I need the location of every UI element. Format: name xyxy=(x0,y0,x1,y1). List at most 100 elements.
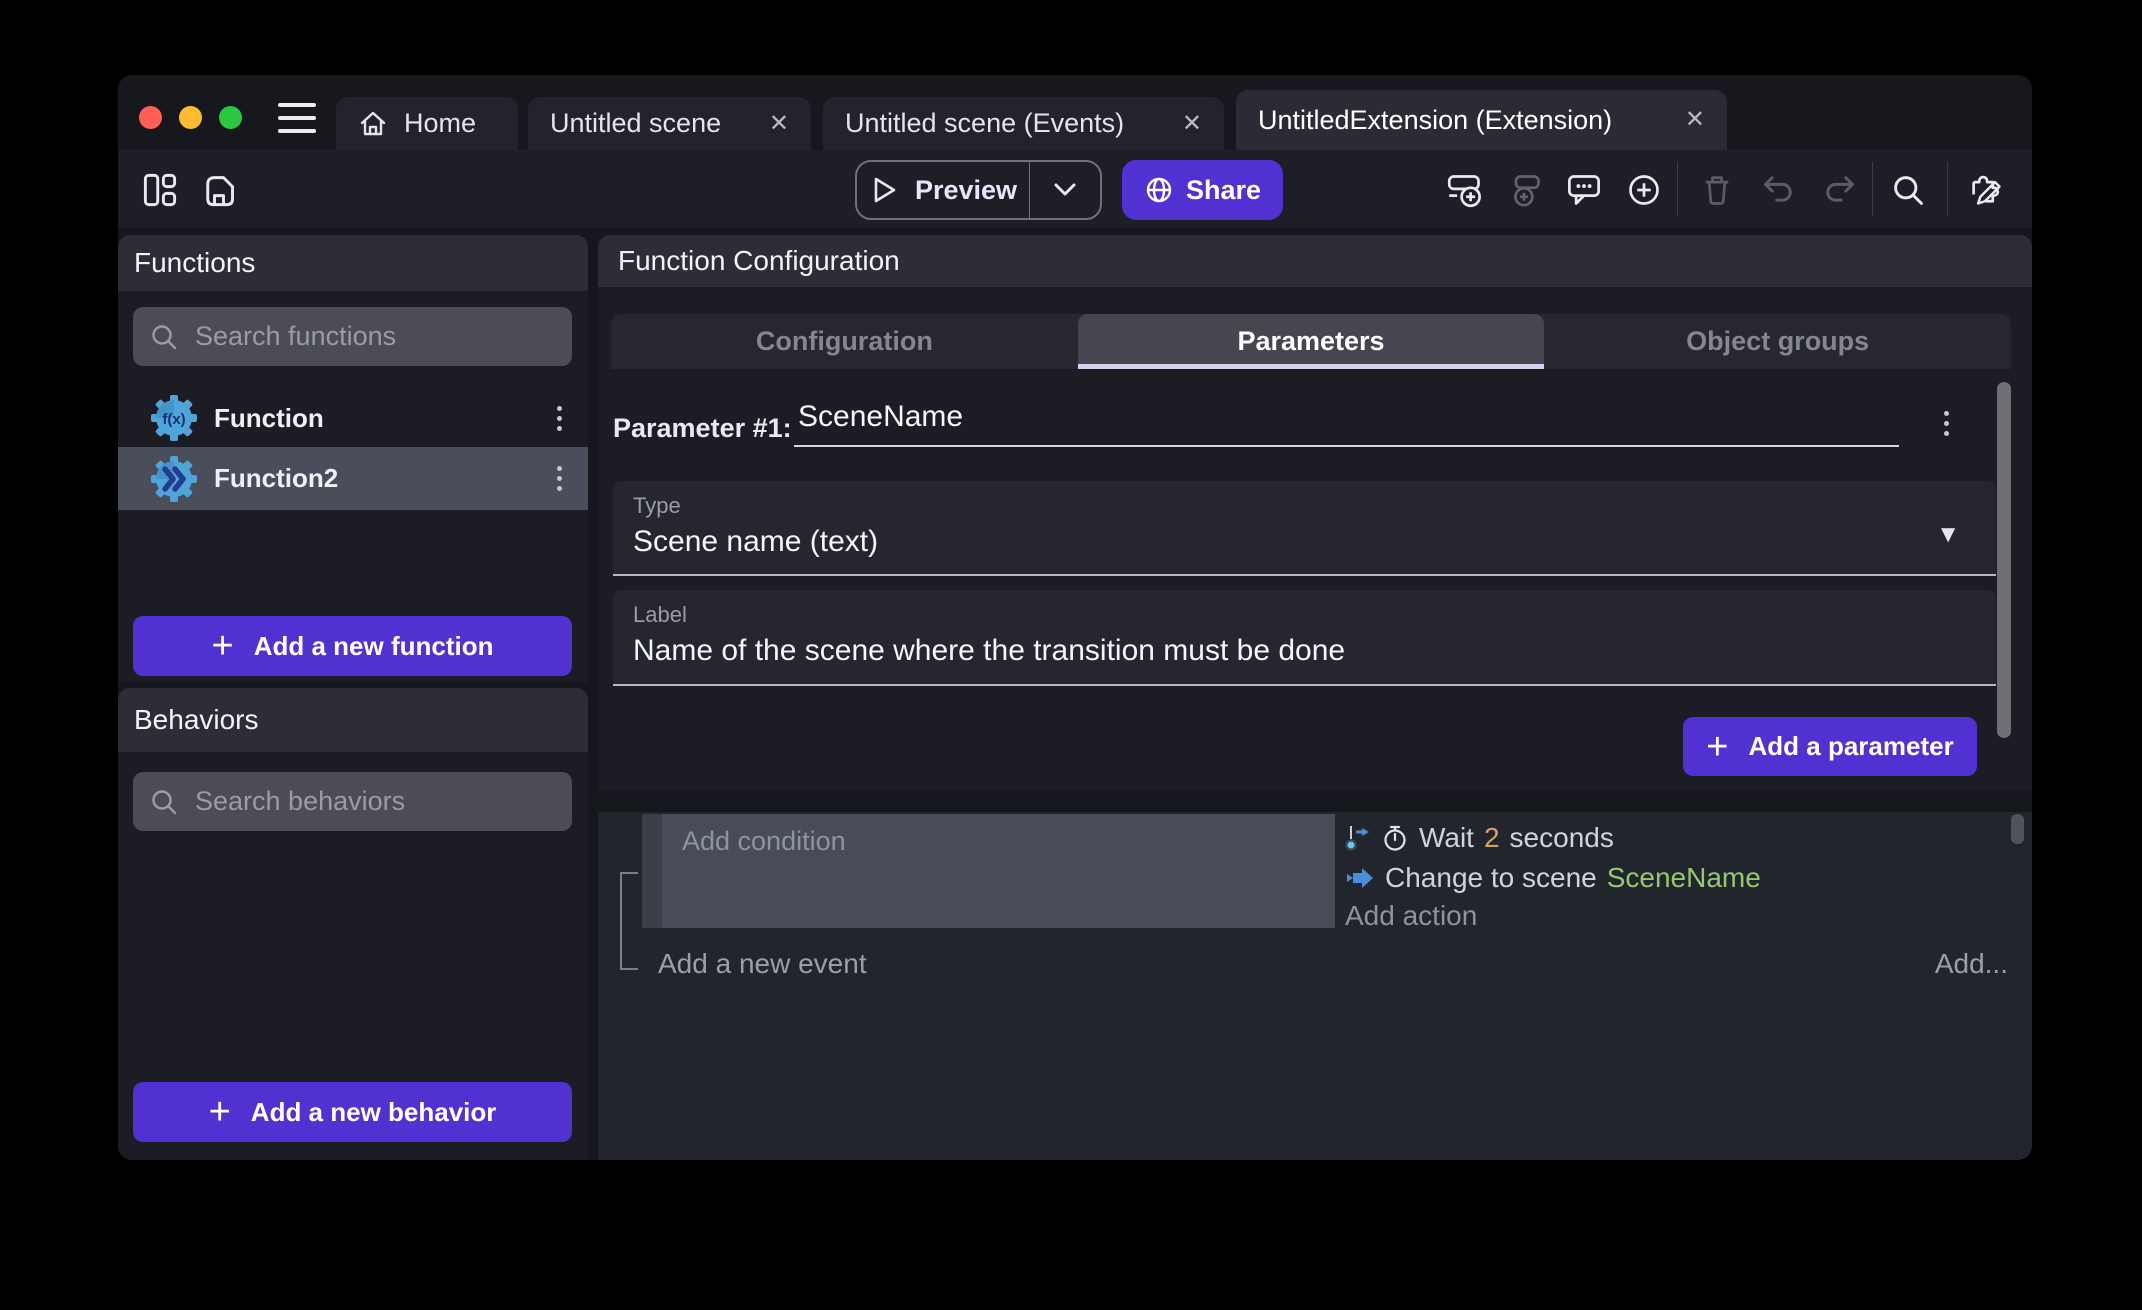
functions-header: Functions xyxy=(118,235,588,291)
search-icon xyxy=(149,787,179,817)
add-something-button[interactable] xyxy=(1624,170,1664,210)
function-item-label: Function xyxy=(214,403,324,434)
tab-configuration[interactable]: Configuration xyxy=(611,314,1078,369)
wait-value: 2 xyxy=(1484,822,1500,854)
edit-extension-button[interactable] xyxy=(1966,170,2006,210)
extension-edit-icon xyxy=(1968,172,2004,208)
function-list-item[interactable]: f(x) Function xyxy=(118,389,588,447)
chevron-down-icon xyxy=(1053,182,1077,198)
main-menu-icon[interactable] xyxy=(278,103,316,133)
add-new-event-link[interactable]: Add a new event xyxy=(658,948,867,980)
close-icon[interactable]: ✕ xyxy=(769,112,789,136)
tab-untitled-scene-events[interactable]: Untitled scene (Events) ✕ xyxy=(823,97,1224,150)
close-icon[interactable]: ✕ xyxy=(1182,112,1202,136)
tab-home[interactable]: Home xyxy=(336,97,518,150)
parameter-menu-icon[interactable] xyxy=(1938,405,1955,442)
search-behaviors-input[interactable] xyxy=(195,786,556,817)
minimize-window-button[interactable] xyxy=(179,106,202,129)
add-condition-link[interactable]: Add condition xyxy=(682,826,846,857)
tab-untitled-extension[interactable]: UntitledExtension (Extension) ✕ xyxy=(1236,90,1727,150)
close-icon[interactable]: ✕ xyxy=(1685,108,1705,132)
add-subevent-icon xyxy=(1507,172,1543,208)
tab-label: Untitled scene xyxy=(550,108,721,139)
search-behaviors[interactable] xyxy=(133,772,572,831)
save-button[interactable] xyxy=(199,170,239,210)
type-field-value[interactable]: Scene name (text) xyxy=(633,525,1913,559)
toolbar-separator xyxy=(1947,162,1948,216)
tab-configuration-label: Configuration xyxy=(756,326,933,357)
preview-button-main[interactable]: Preview xyxy=(857,162,1029,218)
function2-gear-icon xyxy=(150,455,198,503)
change-scene-label: Change to scene xyxy=(1385,862,1597,894)
function-configuration-title: Function Configuration xyxy=(618,245,900,277)
tab-parameters-label: Parameters xyxy=(1237,326,1384,357)
circle-plus-icon xyxy=(1626,172,1662,208)
delete-button[interactable] xyxy=(1697,170,1737,210)
tab-untitled-scene[interactable]: Untitled scene ✕ xyxy=(528,97,811,150)
undo-button[interactable] xyxy=(1759,170,1799,210)
add-function-button[interactable]: + Add a new function xyxy=(133,616,572,676)
change-scene-icon xyxy=(1345,866,1375,890)
preview-options-button[interactable] xyxy=(1030,162,1100,218)
share-button[interactable]: Share xyxy=(1122,160,1283,220)
redo-button[interactable] xyxy=(1819,170,1859,210)
timer-icon xyxy=(1381,824,1409,852)
parameter-label-field[interactable]: Label xyxy=(613,590,1996,686)
behaviors-panel: Behaviors + Add a new behavior xyxy=(118,688,588,1160)
search-functions[interactable] xyxy=(133,307,572,366)
toolbar-separator xyxy=(1677,162,1678,216)
search-functions-input[interactable] xyxy=(195,321,556,352)
function-configuration-body: Configuration Parameters Object groups P… xyxy=(598,287,2032,790)
functions-panel: Functions xyxy=(118,235,588,682)
add-comment-button[interactable] xyxy=(1564,170,1604,210)
add-event-button[interactable] xyxy=(1445,170,1485,210)
add-action-link[interactable]: Add action xyxy=(1345,900,1477,932)
toolbar: Preview Share xyxy=(118,150,2032,228)
app-window: Home Untitled scene ✕ Untitled scene (Ev… xyxy=(118,75,2032,1160)
fullscreen-window-button[interactable] xyxy=(219,106,242,129)
comment-icon xyxy=(1566,172,1602,208)
dropdown-caret-icon[interactable]: ▼ xyxy=(1936,521,1960,549)
tab-object-groups[interactable]: Object groups xyxy=(1544,314,2011,369)
trash-icon xyxy=(1699,172,1735,208)
close-window-button[interactable] xyxy=(139,106,162,129)
wait-label: Wait xyxy=(1419,822,1474,854)
home-icon xyxy=(358,109,388,139)
tab-label: Untitled scene (Events) xyxy=(845,108,1124,139)
parameter-number-label: Parameter #1: xyxy=(613,413,792,444)
add-more-link[interactable]: Add... xyxy=(1935,948,2008,980)
function-gear-icon: f(x) xyxy=(150,394,198,442)
add-parameter-button[interactable]: + Add a parameter xyxy=(1683,717,1977,776)
globe-icon xyxy=(1144,175,1174,205)
behaviors-header-label: Behaviors xyxy=(134,704,259,736)
type-field-label: Type xyxy=(633,493,681,519)
window-controls xyxy=(139,106,242,129)
search-button[interactable] xyxy=(1888,170,1928,210)
search-icon xyxy=(1890,172,1926,208)
preview-button[interactable]: Preview xyxy=(855,160,1102,220)
config-scrollbar[interactable] xyxy=(1997,382,2011,738)
event-bracket xyxy=(620,872,638,970)
async-action-icon xyxy=(1345,824,1371,852)
action-change-scene[interactable]: Change to scene SceneName xyxy=(1345,860,1761,896)
wait-unit: seconds xyxy=(1510,822,1614,854)
functions-header-label: Functions xyxy=(134,247,255,279)
action-wait[interactable]: Wait 2 seconds xyxy=(1345,820,1614,856)
parameter-name-input[interactable] xyxy=(794,395,1899,447)
events-scrollbar[interactable] xyxy=(2011,814,2024,844)
function-item-menu-icon[interactable] xyxy=(551,400,568,437)
label-field-label: Label xyxy=(633,602,687,628)
function2-item-menu-icon[interactable] xyxy=(551,460,568,497)
function2-list-item[interactable]: Function2 xyxy=(118,447,588,510)
add-behavior-button[interactable]: + Add a new behavior xyxy=(133,1082,572,1142)
label-field-input[interactable] xyxy=(633,634,1913,668)
left-sidebar: Functions xyxy=(118,235,588,1160)
tab-parameters[interactable]: Parameters xyxy=(1078,314,1545,369)
parameter-type-field[interactable]: Type Scene name (text) ▼ xyxy=(613,481,1996,576)
function-configuration-header: Function Configuration xyxy=(598,235,2032,287)
event-margin[interactable] xyxy=(642,814,662,928)
add-subevent-button[interactable] xyxy=(1505,170,1545,210)
toggle-panels-button[interactable] xyxy=(140,170,180,210)
event-conditions-area[interactable]: Add condition xyxy=(662,814,1335,928)
tab-label: UntitledExtension (Extension) xyxy=(1258,105,1612,136)
